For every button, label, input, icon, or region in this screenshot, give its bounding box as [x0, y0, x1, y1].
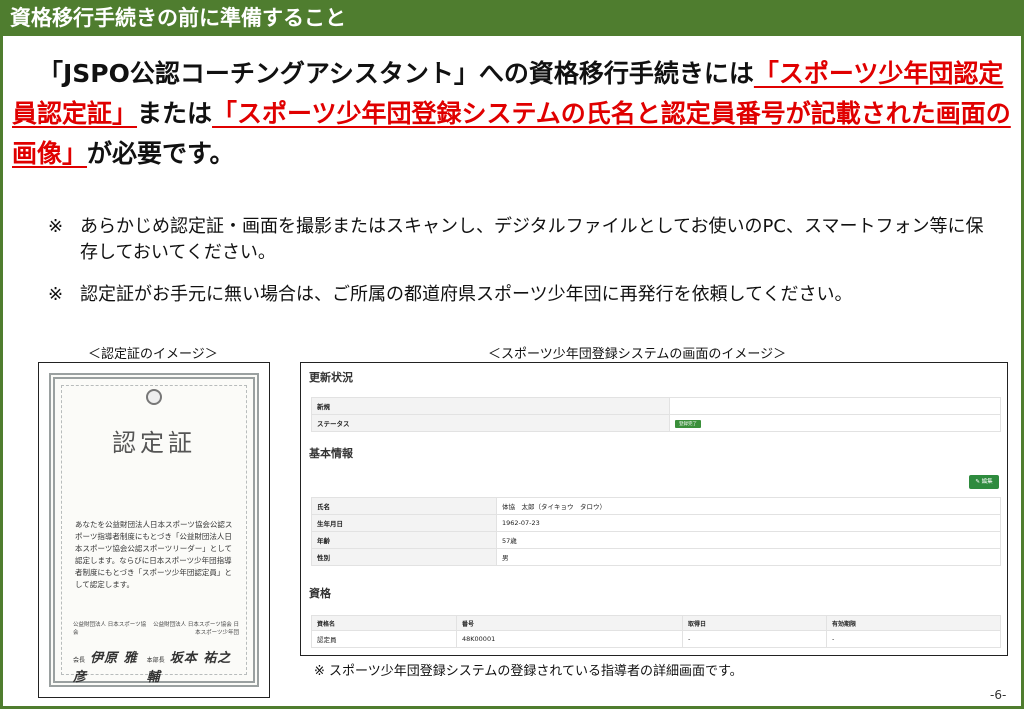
table-label: 性別	[311, 548, 497, 566]
qualification-table: 資格名 番号 取得日 有効期限 認定員 48K00001 - -	[311, 615, 1001, 648]
table-value: 1962-07-23	[496, 514, 1001, 532]
certificate-caption: ＜認定証のイメージ＞	[88, 347, 218, 362]
table-value: 男	[496, 548, 1001, 566]
table-cell: 48K00001	[456, 630, 683, 648]
table-label: 氏名	[311, 497, 497, 515]
table-value	[669, 397, 1001, 415]
screen-note: ※ スポーツ少年団登録システムの登録されている指導者の詳細画面です。	[314, 664, 743, 679]
page-number: -6-	[990, 688, 1007, 702]
table-row: 年齢 57歳	[311, 531, 1001, 549]
table-header-row: 資格名 番号 取得日 有効期限	[311, 615, 1001, 631]
signature-right: 本部長 坂本 祐之輔	[147, 647, 239, 685]
signature-left: 会長 伊原 雅彦	[73, 647, 147, 685]
table-cell: 認定員	[311, 630, 457, 648]
table-label: ステータス	[311, 414, 670, 432]
table-label: 年齢	[311, 531, 497, 549]
table-row: 認定員 48K00001 - -	[311, 630, 1001, 648]
table-value: 体協 太郎（タイキョウ タロウ）	[496, 497, 1001, 515]
table-value: 57歳	[496, 531, 1001, 549]
screen-caption: ＜スポーツ少年団登録システムの画面のイメージ＞	[488, 347, 787, 362]
lead-text-3: が必要です。	[87, 139, 235, 168]
note-item: ※ 認定証がお手元に無い場合は、ご所属の都道府県スポーツ少年団に再発行を依頼して…	[48, 282, 1008, 308]
section-heading-basic: 基本情報	[309, 447, 353, 460]
page-title: 資格移行手続きの前に準備すること	[0, 0, 1024, 36]
emblem-icon	[146, 389, 162, 405]
basic-info-table: 氏名 体協 太郎（タイキョウ タロウ） 生年月日 1962-07-23 年齢 5…	[311, 497, 1001, 566]
certificate-title: 認定証	[112, 429, 196, 457]
certificate-signatures: 会長 伊原 雅彦 本部長 坂本 祐之輔	[73, 647, 239, 685]
table-label: 生年月日	[311, 514, 497, 532]
table-cell: -	[682, 630, 827, 648]
certificate-org-right: 公益財団法人 日本スポーツ協会 日本スポーツ少年団	[153, 622, 239, 636]
table-row: 性別 男	[311, 548, 1001, 566]
lead-paragraph: 「JSPO公認コーチングアシスタント」への資格移行手続きには「スポーツ少年団認定…	[12, 54, 1012, 174]
column-header: 資格名	[311, 615, 457, 631]
note-text: 認定証がお手元に無い場合は、ご所属の都道府県スポーツ少年団に再発行を依頼してくだ…	[80, 284, 853, 305]
certificate-body: あなたを公益財団法人日本スポーツ協会公認スポーツ指導者制度にもとづき「公益財団法…	[75, 520, 233, 589]
note-item: ※ あらかじめ認定証・画面を撮影またはスキャンし、デジタルファイルとしてお使いの…	[48, 214, 998, 266]
table-cell: -	[826, 630, 1001, 648]
status-badge: 登録完了	[675, 419, 701, 428]
certificate-border: 認定証 あなたを公益財団法人日本スポーツ協会公認スポーツ指導者制度にもとづき「公…	[49, 373, 259, 687]
certificate-image: 認定証 あなたを公益財団法人日本スポーツ協会公認スポーツ指導者制度にもとづき「公…	[38, 362, 270, 698]
signature-role: 本部長	[146, 657, 165, 664]
note-mark: ※	[48, 284, 64, 305]
table-row: 氏名 体協 太郎（タイキョウ タロウ）	[311, 497, 1001, 515]
table-label: 新規	[311, 397, 670, 415]
certificate-orgs: 公益財団法人 日本スポーツ協会 公益財団法人 日本スポーツ協会 日本スポーツ少年…	[73, 621, 239, 637]
table-value: 登録完了	[669, 414, 1001, 432]
signature-role: 会長	[73, 657, 86, 664]
edit-button[interactable]: ✎ 編集	[969, 475, 999, 489]
status-table: 新規 ステータス 登録完了	[311, 397, 1001, 432]
section-heading-qualification: 資格	[309, 587, 331, 600]
system-screen-image: 更新状況 新規 ステータス 登録完了 基本情報 ✎ 編集 氏名 体協 太郎（タイ…	[300, 362, 1008, 656]
note-mark: ※	[48, 216, 64, 237]
note-text: あらかじめ認定証・画面を撮影またはスキャンし、デジタルファイルとしてお使いのPC…	[80, 216, 984, 263]
table-row: 新規	[311, 397, 1001, 415]
column-header: 取得日	[682, 615, 827, 631]
table-row: 生年月日 1962-07-23	[311, 514, 1001, 532]
column-header: 有効期限	[826, 615, 1001, 631]
lead-text-2: または	[137, 99, 213, 128]
column-header: 番号	[456, 615, 683, 631]
lead-text-1: 「JSPO公認コーチングアシスタント」への資格移行手続きには	[38, 59, 754, 88]
section-heading-status: 更新状況	[309, 371, 353, 384]
table-row: ステータス 登録完了	[311, 414, 1001, 432]
certificate-org-left: 公益財団法人 日本スポーツ協会	[73, 622, 147, 636]
